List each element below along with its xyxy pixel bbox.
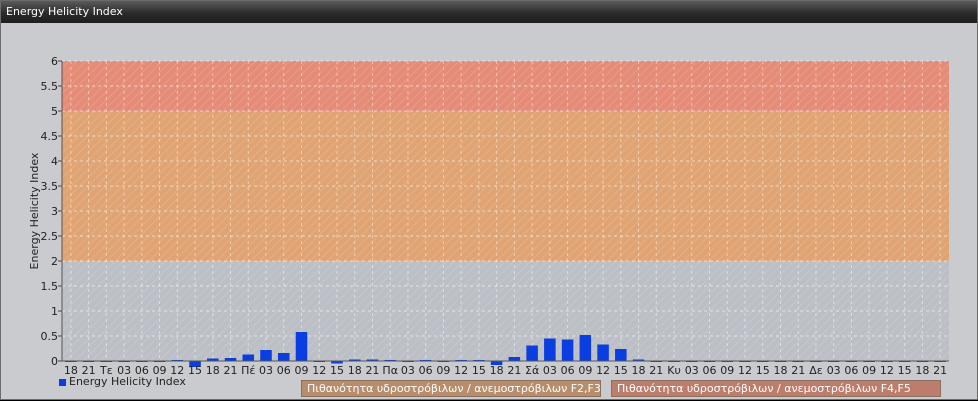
x-tick-label: Σά [525,364,539,377]
y-tick-label: 1 [51,305,58,318]
y-tick-label: 2.5 [41,230,59,243]
bar [597,344,609,361]
x-tick-label: 09 [720,364,734,377]
x-tick-label: 03 [543,364,557,377]
x-tick-label: 21 [649,364,663,377]
x-tick-label: 18 [632,364,646,377]
x-tick-label: 03 [685,364,699,377]
x-tick-label: 12 [454,364,468,377]
y-tick-label: 3 [51,205,58,218]
bar [295,332,308,361]
x-tick-label: Πέ [241,364,255,377]
x-tick-label: 06 [703,364,717,377]
bar [526,345,538,361]
x-tick-label: 15 [330,364,344,377]
x-tick-label: 03 [401,364,415,377]
bar [561,339,574,361]
x-tick-label: 12 [312,364,326,377]
x-tick-label: 09 [436,364,450,377]
x-tick-label: 09 [294,364,308,377]
x-tick-label: 06 [419,364,433,377]
x-tick-label: Κυ [667,364,681,377]
x-tick-label: 12 [738,364,752,377]
x-tick-label: 18 [348,364,362,377]
x-tick-label: 09 [578,364,592,377]
y-tick-label: 1.5 [41,280,59,293]
y-tick-label: 4 [51,155,58,168]
bar [544,338,556,361]
x-tick-label: 15 [188,364,202,377]
x-tick-label: Δε [809,364,823,377]
x-tick-label: 09 [862,364,876,377]
y-tick-label: 6 [51,55,58,68]
y-tick-label: 2 [51,255,58,268]
bar [260,350,272,361]
y-axis-title: Energy Helicity Index [28,152,41,269]
x-tick-label: 15 [756,364,770,377]
y-tick-label: 0.5 [41,330,59,343]
x-tick-label: 21 [933,364,947,377]
x-tick-label: 18 [206,364,220,377]
y-tick-label: 5 [51,105,58,118]
x-tick-label: 06 [277,364,291,377]
x-tick-label: 06 [561,364,575,377]
x-tick-label: 18 [773,364,787,377]
x-tick-label: 18 [915,364,929,377]
x-tick-label: 21 [791,364,805,377]
chart-legend: Energy Helicity Index [59,375,186,388]
x-tick-label: Πα [382,364,398,377]
bar [615,349,627,361]
chart-canvas: 00.511.522.533.544.555.5618 21 Τε 03 06 09 12 1… [28,55,949,377]
x-tick-label: 12 [880,364,894,377]
x-tick-label: 03 [259,364,273,377]
x-tick-label: 12 [596,364,610,377]
legend-label: Energy Helicity Index [69,375,186,388]
x-tick-label: 18 [490,364,504,377]
y-tick-label: 4.5 [41,130,59,143]
bar [579,335,592,361]
legend-swatch [59,378,66,386]
band-label-f2-f3: Πιθανότητα υδροστρόβιλων / ανεμοστρόβιλω… [301,380,601,397]
x-tick-label: 21 [224,364,238,377]
bar [242,354,255,361]
x-tick-label: 06 [844,364,858,377]
y-tick-label: 0 [51,355,58,368]
x-tick-label: 21 [365,364,379,377]
x-tick-label: 03 [827,364,841,377]
chart-window: Energy Helicity Index 0 0.5 1 1.5 2 2.5 3 3.5 4 4… [0,0,978,400]
x-tick-label: 15 [614,364,628,377]
y-tick-label: 3.5 [41,180,59,193]
y-tick-label: 5.5 [41,80,59,93]
x-tick-label: 21 [507,364,521,377]
x-tick-label: 15 [898,364,912,377]
bar [277,353,290,361]
x-tick-label: 15 [472,364,486,377]
band-label-f4-f5: Πιθανότητα υδροστρόβιλων / ανεμοστρόβιλω… [611,380,941,397]
bar [508,357,521,361]
